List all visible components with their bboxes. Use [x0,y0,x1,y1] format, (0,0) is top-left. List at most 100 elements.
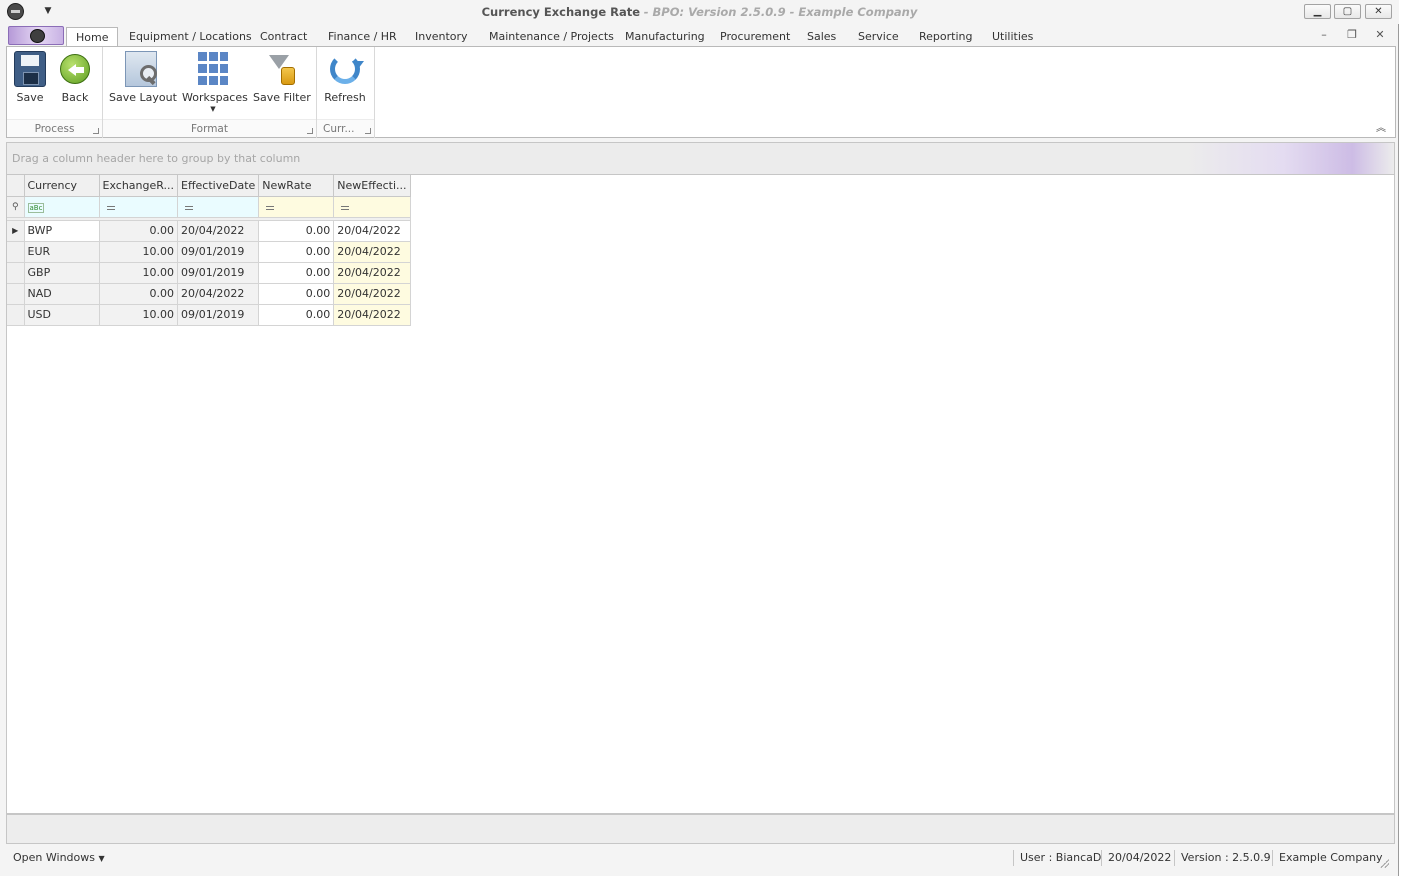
save-layout-button-label: Save Layout [109,91,177,104]
cell-effective-date[interactable]: 09/01/2019 [177,304,260,326]
tab-home[interactable]: Home [66,27,119,47]
maximize-button[interactable]: ▢ [1334,4,1361,19]
back-button-label: Back [61,91,89,104]
cell-exchange-rate[interactable]: 10.00 [99,241,178,263]
cell-exchange-rate[interactable]: 0.00 [99,220,178,242]
cell-effective-date[interactable]: 09/01/2019 [177,241,260,263]
cell-new-effective-date[interactable]: 20/04/2022 [333,262,411,284]
table-row[interactable]: GBP 10.00 09/01/2019 0.00 20/04/2022 [7,262,411,284]
mdi-close-icon[interactable]: ✕ [1373,28,1387,42]
cell-new-effective-date[interactable]: 20/04/2022 [333,304,411,326]
cell-new-rate[interactable]: 0.00 [258,304,335,326]
text-filter-abc-icon: aBc [27,203,45,213]
current-dialog-launcher-icon[interactable] [365,128,371,134]
tab-reporting[interactable]: Reporting [910,27,981,47]
maximize-icon: ▢ [1342,6,1353,17]
ribbon-home-page: Save Back Process Save Layout Workspaces… [6,46,1396,138]
column-header-currency[interactable]: Currency [24,175,100,197]
application-menu-button[interactable] [8,26,64,45]
filter-row-indicator: ⚲ [7,196,25,218]
header-row: Currency ExchangeR... EffectiveDate NewR… [7,175,411,197]
table-row[interactable]: EUR 10.00 09/01/2019 0.00 20/04/2022 [7,241,411,263]
save-layout-button[interactable]: Save Layout [109,51,177,105]
tab-sales[interactable]: Sales [798,27,845,47]
equals-filter-icon [341,206,350,210]
status-company: Example Company [1272,850,1389,866]
ribbon-group-format: Save Layout Workspaces ▼ Save Filter For… [103,47,317,138]
mdi-minimize-icon[interactable]: – [1317,28,1331,42]
cell-currency[interactable]: BWP [24,220,100,242]
cell-new-rate[interactable]: 0.00 [258,283,335,305]
tab-manufacturing[interactable]: Manufacturing [616,27,714,47]
minimize-button[interactable]: ▁ [1304,4,1331,19]
ribbon-group-process: Save Back Process [7,47,103,138]
cell-currency[interactable]: GBP [24,262,100,284]
process-dialog-launcher-icon[interactable] [93,128,99,134]
table-row[interactable]: USD 10.00 09/01/2019 0.00 20/04/2022 [7,304,411,326]
tab-utilities[interactable]: Utilities [983,27,1042,47]
row-indicator [7,262,25,284]
resize-grip-icon[interactable] [1379,858,1389,868]
table-row[interactable]: ▶ BWP 0.00 20/04/2022 0.00 20/04/2022 [7,220,411,242]
refresh-button[interactable]: Refresh [323,51,367,105]
save-layout-icon [125,51,157,87]
cell-new-rate[interactable]: 0.00 [258,241,335,263]
save-filter-button[interactable]: Save Filter [253,51,311,105]
back-button[interactable]: Back [57,51,93,105]
currency-grid: Currency ExchangeR... EffectiveDate NewR… [6,174,1395,814]
column-header-effective-date[interactable]: EffectiveDate [177,175,260,197]
current-row-indicator-icon: ▶ [7,220,25,242]
filter-pin-icon: ⚲ [11,201,19,212]
column-header-exchange-rate[interactable]: ExchangeR... [99,175,178,197]
floppy-disk-icon [14,51,46,87]
filter-cell-exchange-rate[interactable] [99,196,178,218]
refresh-icon [330,54,364,84]
save-filter-icon [265,51,297,87]
equals-filter-icon [266,206,275,210]
tab-service[interactable]: Service [849,27,908,47]
column-header-new-effective-date[interactable]: NewEffecti... [333,175,411,197]
cell-new-rate[interactable]: 0.00 [258,262,335,284]
grid-footer-panel [6,814,1395,844]
window-title-subtitle: - BPO: Version 2.5.0.9 - Example Company [643,5,918,19]
tab-inventory[interactable]: Inventory [406,27,477,47]
save-button[interactable]: Save [13,51,47,105]
cell-new-effective-date[interactable]: 20/04/2022 [333,283,411,305]
row-indicator [7,241,25,263]
title-bar: ▼ Currency Exchange Rate - BPO: Version … [0,0,1399,24]
cell-currency[interactable]: USD [24,304,100,326]
ribbon-group-current: Refresh Curr... [317,47,375,138]
tab-maintenance-projects[interactable]: Maintenance / Projects [480,27,623,47]
cell-new-effective-date[interactable]: 20/04/2022 [333,241,411,263]
header-indicator [7,175,25,197]
tab-equipment-locations[interactable]: Equipment / Locations [120,27,261,47]
filter-cell-new-effective-date[interactable] [333,196,411,218]
workspaces-button[interactable]: Workspaces ▼ [182,51,248,113]
cell-effective-date[interactable]: 20/04/2022 [177,220,260,242]
cell-currency[interactable]: EUR [24,241,100,263]
cell-new-effective-date[interactable]: 20/04/2022 [333,220,411,242]
tab-procurement[interactable]: Procurement [711,27,799,47]
open-windows-menu[interactable]: Open Windows ▼ [13,851,105,864]
group-by-panel[interactable]: Drag a column header here to group by th… [6,142,1395,175]
cell-effective-date[interactable]: 09/01/2019 [177,262,260,284]
filter-cell-effective-date[interactable] [177,196,260,218]
cell-exchange-rate[interactable]: 10.00 [99,262,178,284]
collapse-ribbon-icon[interactable]: ︽ [1375,124,1387,134]
format-dialog-launcher-icon[interactable] [307,128,313,134]
mdi-restore-icon[interactable]: ❐ [1345,28,1359,42]
column-header-new-rate[interactable]: NewRate [258,175,335,197]
tab-finance-hr[interactable]: Finance / HR [319,27,406,47]
close-button[interactable]: ✕ [1365,4,1392,19]
cell-new-rate[interactable]: 0.00 [258,220,335,242]
tab-contract[interactable]: Contract [251,27,316,47]
equals-filter-icon [185,206,193,210]
filter-cell-new-rate[interactable] [258,196,335,218]
filter-cell-currency[interactable]: aBc [24,196,100,218]
table-row[interactable]: NAD 0.00 20/04/2022 0.00 20/04/2022 [7,283,411,305]
cell-effective-date[interactable]: 20/04/2022 [177,283,260,305]
cell-currency[interactable]: NAD [24,283,100,305]
row-indicator [7,283,25,305]
cell-exchange-rate[interactable]: 0.00 [99,283,178,305]
cell-exchange-rate[interactable]: 10.00 [99,304,178,326]
